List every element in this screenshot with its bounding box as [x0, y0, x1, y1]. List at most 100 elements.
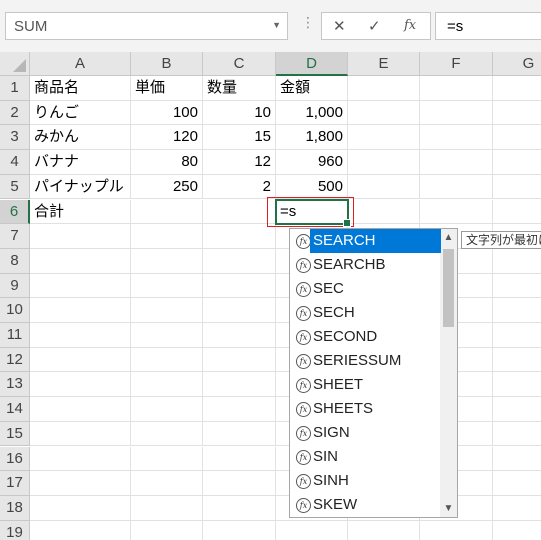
column-header-a[interactable]: A [30, 52, 131, 76]
cell-c2[interactable]: 10 [203, 100, 276, 126]
cell-e6[interactable] [348, 199, 420, 225]
cell-c3[interactable]: 15 [203, 125, 276, 151]
cell-a6[interactable]: 合計 [30, 199, 131, 225]
cell-d1[interactable]: 金額 [276, 76, 348, 101]
cell-a3[interactable]: みかん [30, 125, 131, 151]
column-header-e[interactable]: E [348, 52, 420, 76]
column-header-g[interactable]: G [493, 52, 541, 76]
check-icon[interactable]: ✓ [368, 17, 381, 35]
cell-a18[interactable] [30, 495, 131, 521]
cell-a10[interactable] [30, 298, 131, 323]
cell-a7[interactable] [30, 224, 131, 249]
cell-a8[interactable] [30, 248, 131, 274]
cell-g1[interactable] [493, 76, 541, 101]
column-header-f[interactable]: F [420, 52, 493, 76]
chevron-down-icon[interactable]: ▼ [272, 20, 281, 30]
cell-g14[interactable] [493, 397, 541, 422]
cell-g4[interactable] [493, 150, 541, 175]
row-header-10[interactable]: 10 [0, 298, 30, 323]
cell-f5[interactable] [420, 174, 493, 200]
cell-f2[interactable] [420, 100, 493, 126]
formula-input[interactable]: =s [435, 12, 541, 40]
cell-a13[interactable] [30, 372, 131, 398]
cell-e3[interactable] [348, 125, 420, 151]
cell-c19[interactable] [203, 520, 276, 540]
cell-b11[interactable] [131, 323, 203, 348]
cell-d19[interactable] [276, 520, 348, 540]
cell-c10[interactable] [203, 298, 276, 323]
insert-function-icon[interactable]: fx [404, 18, 416, 33]
cell-a19[interactable] [30, 520, 131, 540]
fill-handle[interactable] [343, 219, 351, 228]
cell-f4[interactable] [420, 150, 493, 175]
cell-g16[interactable] [493, 447, 541, 472]
cell-c18[interactable] [203, 495, 276, 521]
cell-c14[interactable] [203, 397, 276, 422]
cell-b15[interactable] [131, 421, 203, 447]
cell-b17[interactable] [131, 471, 203, 496]
cell-b8[interactable] [131, 248, 203, 274]
autocomplete-item[interactable]: fx SEARCH [290, 229, 441, 253]
active-cell-d6[interactable]: =s [275, 198, 351, 228]
autocomplete-item[interactable]: fx SHEET [290, 373, 441, 397]
cell-a9[interactable] [30, 273, 131, 299]
autocomplete-item[interactable]: fx SERIESSUM [290, 349, 441, 373]
cell-b9[interactable] [131, 273, 203, 299]
cell-b7[interactable] [131, 224, 203, 249]
cell-f19[interactable] [420, 520, 493, 540]
more-icon[interactable]: ⋮ [301, 14, 315, 31]
cell-e19[interactable] [348, 520, 420, 540]
cell-a11[interactable] [30, 323, 131, 348]
cell-b13[interactable] [131, 372, 203, 398]
row-header-18[interactable]: 18 [0, 495, 30, 521]
row-header-17[interactable]: 17 [0, 471, 30, 496]
cell-e2[interactable] [348, 100, 420, 126]
row-header-6[interactable]: 6 [0, 199, 30, 225]
cell-g11[interactable] [493, 323, 541, 348]
autocomplete-item[interactable]: fx SECOND [290, 325, 441, 349]
cell-c13[interactable] [203, 372, 276, 398]
row-header-19[interactable]: 19 [0, 520, 30, 540]
autocomplete-item[interactable]: fx SHEETS [290, 397, 441, 421]
cell-b3[interactable]: 120 [131, 125, 203, 151]
cell-b14[interactable] [131, 397, 203, 422]
row-header-13[interactable]: 13 [0, 372, 30, 398]
autocomplete-item[interactable]: fx SKEW [290, 493, 441, 517]
cell-b5[interactable]: 250 [131, 174, 203, 200]
cell-d3[interactable]: 1,800 [276, 125, 348, 151]
cell-g19[interactable] [493, 521, 541, 540]
row-header-12[interactable]: 12 [0, 347, 30, 373]
cell-d2[interactable]: 1,000 [276, 100, 348, 126]
close-icon[interactable]: ✕ [333, 17, 346, 35]
row-header-3[interactable]: 3 [0, 125, 30, 151]
cell-a4[interactable]: バナナ [30, 150, 131, 175]
cell-c11[interactable] [203, 323, 276, 348]
cell-g5[interactable] [493, 175, 541, 200]
autocomplete-item[interactable]: fx SIGN [290, 421, 441, 445]
cell-b12[interactable] [131, 347, 203, 373]
cell-g12[interactable] [493, 348, 541, 373]
cell-a1[interactable]: 商品名 [30, 76, 131, 101]
cell-b10[interactable] [131, 298, 203, 323]
cell-g18[interactable] [493, 496, 541, 521]
autocomplete-item[interactable]: fx SEC [290, 277, 441, 301]
row-header-9[interactable]: 9 [0, 273, 30, 299]
cell-c6[interactable] [203, 199, 276, 225]
scroll-up-icon[interactable]: ▲ [440, 229, 457, 246]
cell-f3[interactable] [420, 125, 493, 151]
cell-c7[interactable] [203, 224, 276, 249]
cell-d4[interactable]: 960 [276, 150, 348, 175]
cell-g6[interactable] [493, 200, 541, 225]
cell-b4[interactable]: 80 [131, 150, 203, 175]
cell-b16[interactable] [131, 446, 203, 472]
row-header-8[interactable]: 8 [0, 248, 30, 274]
row-header-14[interactable]: 14 [0, 397, 30, 422]
cell-f6[interactable] [420, 199, 493, 225]
cell-a14[interactable] [30, 397, 131, 422]
spreadsheet-grid[interactable]: A B C D E F G 1 商品名 単価 数量 金額 2 りんご 100 10 1,000 3 みかん 120 15… [0, 52, 541, 540]
autocomplete-item[interactable]: fx SINH [290, 469, 441, 493]
cell-c16[interactable] [203, 446, 276, 472]
cell-c9[interactable] [203, 273, 276, 299]
column-header-c[interactable]: C [203, 52, 276, 76]
function-autocomplete-list[interactable]: ▲ ▼ fx SEARCH fx SEARCHB fx SEC fx SECH fx SECOND… [289, 228, 458, 518]
